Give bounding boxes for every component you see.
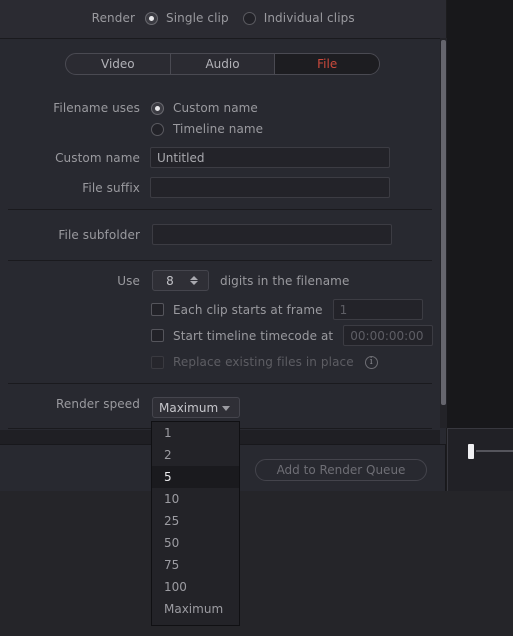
replace-existing-row: Replace existing files in place i <box>0 355 378 369</box>
render-speed-row: Render speed <box>0 397 140 411</box>
divider-digits <box>8 260 432 261</box>
checkbox-each-clip-starts[interactable] <box>151 303 164 316</box>
menu-item-100[interactable]: 100 <box>152 576 239 598</box>
digits-prefix-label: Use <box>117 273 140 288</box>
settings-tabs: Video Audio File <box>65 53 380 75</box>
digits-value: 8 <box>166 273 174 288</box>
radio-individual-clips[interactable] <box>242 11 256 25</box>
menu-item-1[interactable]: 1 <box>152 422 239 444</box>
file-subfolder-label: File subfolder <box>58 227 140 242</box>
settings-scrollbar-thumb[interactable] <box>441 40 446 405</box>
stepper-arrows-icon[interactable] <box>187 276 201 285</box>
deliver-settings-panel: Render Single clip Individual clips Vide… <box>0 0 446 491</box>
start-timecode-label[interactable]: Start timeline timecode at <box>173 329 333 343</box>
menu-item-10[interactable]: 10 <box>152 488 239 510</box>
radio-custom-name-label[interactable]: Custom name <box>173 101 258 115</box>
digits-suffix-label: digits in the filename <box>220 273 350 288</box>
filename-uses-row-2: Timeline name <box>0 122 263 136</box>
start-timecode-row: Start timeline timecode at 00:00:00:00 <box>0 325 434 346</box>
filename-uses-row-1: Filename uses Custom name <box>0 101 258 115</box>
digits-stepper[interactable]: 8 <box>152 270 209 291</box>
render-speed-menu: 1 2 5 10 25 50 75 100 Maximum <box>151 421 240 626</box>
right-preview-panel <box>447 0 513 428</box>
tab-audio[interactable]: Audio <box>171 54 276 74</box>
divider-render-speed <box>8 383 432 384</box>
menu-item-maximum[interactable]: Maximum <box>152 598 239 620</box>
zoom-slider-track[interactable] <box>476 450 513 452</box>
stepper-up-icon[interactable] <box>190 276 198 280</box>
digits-row: Use 8 digits in the filename <box>0 270 349 291</box>
info-icon[interactable]: i <box>364 355 378 369</box>
menu-item-5[interactable]: 5 <box>152 466 239 488</box>
file-suffix-row: File suffix <box>0 177 390 198</box>
checkbox-replace-existing <box>151 355 164 369</box>
add-to-render-queue-button[interactable]: Add to Render Queue <box>255 459 427 481</box>
each-clip-label[interactable]: Each clip starts at frame <box>173 303 323 317</box>
render-speed-label: Render speed <box>56 397 140 411</box>
radio-single-clip-label[interactable]: Single clip <box>166 11 229 25</box>
tab-file[interactable]: File <box>275 54 379 74</box>
render-settings-screen: Render Single clip Individual clips Vide… <box>0 0 513 636</box>
menu-item-50[interactable]: 50 <box>152 532 239 554</box>
custom-name-label: Custom name <box>55 150 140 165</box>
each-clip-frame-input[interactable]: 1 <box>332 299 423 320</box>
timeline-footer-area <box>0 491 513 636</box>
menu-item-2[interactable]: 2 <box>152 444 239 466</box>
checkbox-start-timecode[interactable] <box>151 329 164 342</box>
file-suffix-input[interactable] <box>150 177 390 198</box>
each-clip-row: Each clip starts at frame 1 <box>0 299 423 320</box>
radio-single-clip[interactable] <box>145 11 158 25</box>
render-speed-value: Maximum <box>159 400 219 415</box>
custom-name-input[interactable]: Untitled <box>150 147 390 168</box>
filename-uses-label: Filename uses <box>53 101 140 115</box>
render-mode-label: Render <box>91 11 135 25</box>
radio-custom-name[interactable] <box>151 101 164 115</box>
replace-existing-label: Replace existing files in place <box>173 355 354 369</box>
zoom-slider-thumb[interactable] <box>468 444 474 459</box>
render-mode-row: Render Single clip Individual clips <box>0 11 432 25</box>
divider-top <box>0 38 446 39</box>
file-suffix-label: File suffix <box>82 180 140 195</box>
menu-item-25[interactable]: 25 <box>152 510 239 532</box>
divider-subfolder <box>8 209 432 210</box>
radio-timeline-name[interactable] <box>151 122 164 136</box>
right-controls-panel <box>447 428 513 491</box>
file-subfolder-row: File subfolder <box>0 224 392 245</box>
render-speed-dropdown[interactable]: Maximum <box>152 397 240 418</box>
custom-name-row: Custom name Untitled <box>0 147 390 168</box>
file-subfolder-input[interactable] <box>152 224 392 245</box>
menu-item-75[interactable]: 75 <box>152 554 239 576</box>
stepper-down-icon[interactable] <box>190 281 198 285</box>
tab-video[interactable]: Video <box>66 54 171 74</box>
radio-individual-clips-label[interactable]: Individual clips <box>264 11 355 25</box>
chevron-down-icon[interactable] <box>222 406 231 411</box>
radio-timeline-name-label[interactable]: Timeline name <box>173 122 263 136</box>
start-timecode-input[interactable]: 00:00:00:00 <box>343 325 434 346</box>
